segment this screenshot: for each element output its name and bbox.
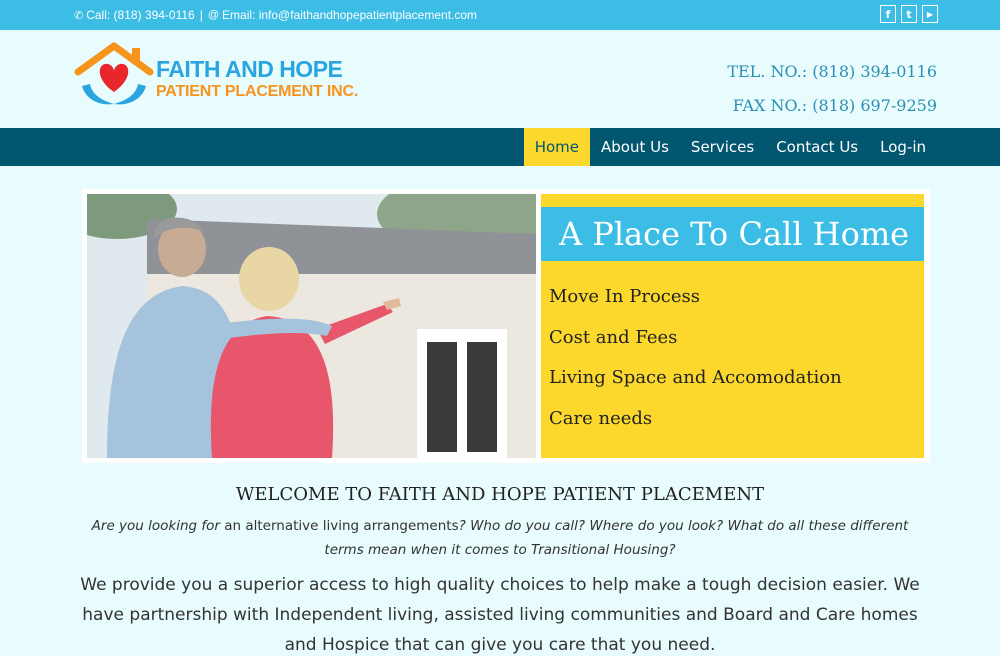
top-separator: | [199,8,203,22]
hero-links-list: Move In Process Cost and Fees Living Spa… [549,286,842,448]
hero-link-move-in-process[interactable]: Move In Process [549,286,842,327]
nav-item-about-us[interactable]: About Us [590,128,680,166]
welcome-heading: WELCOME TO FAITH AND HOPE PATIENT PLACEM… [235,484,765,505]
welcome-intro: Are you looking for an alternative livin… [90,514,910,562]
welcome-body-text: We provide you a superior access to high… [80,575,920,655]
house-heart-logo-icon [74,42,154,105]
hero-banner: A Place To Call Home Move In Process Cos… [82,189,930,463]
logo-title: FAITH AND HOPE [156,56,343,82]
twitter-icon[interactable]: t [901,5,917,23]
hero-title: A Place To Call Home [541,207,924,261]
facebook-icon[interactable]: f [880,5,896,23]
top-call-text[interactable]: Call: (818) 394-0116 [86,8,195,22]
header-phone-numbers: TEL. NO.: (818) 394-0116 FAX NO.: (818) … [727,55,937,123]
nav-item-contact-us[interactable]: Contact Us [765,128,869,166]
fax-number: FAX NO.: (818) 697-9259 [732,96,937,115]
at-icon: @ [207,9,220,21]
nav-item-log-in[interactable]: Log-in [869,128,937,166]
youtube-icon[interactable]: ▶ [922,5,938,23]
social-links: f t ▶ [880,5,938,23]
nav-item-home[interactable]: Home [523,128,590,166]
nav-item-services[interactable]: Services [680,128,765,166]
site-logo[interactable]: FAITH AND HOPE PATIENT PLACEMENT INC. [74,42,358,110]
intro-plain: an alternative living arrangements [219,518,459,534]
hero-link-cost-and-fees[interactable]: Cost and Fees [549,327,842,368]
top-contact-bar: ✆ Call: (818) 394-0116 | @ Email: info@f… [0,0,1000,30]
hero-photo-elderly-couple [87,194,536,458]
main-navigation: Home About Us Services Contact Us Log-in [0,128,1000,166]
hero-link-living-space[interactable]: Living Space and Accomodation [549,367,842,408]
top-contact-info: ✆ Call: (818) 394-0116 | @ Email: info@f… [74,8,477,22]
phone-icon: ✆ [74,9,84,22]
top-email-link[interactable]: Email: info@faithandhopepatientplacement… [222,8,477,22]
hero-info-panel: A Place To Call Home Move In Process Cos… [541,194,924,458]
hero-link-care-needs[interactable]: Care needs [549,408,842,449]
intro-italic-start: Are you looking for [91,518,220,534]
logo-subtitle: PATIENT PLACEMENT INC. [156,83,359,100]
tel-number[interactable]: TEL. NO.: (818) 394-0116 [727,55,937,89]
site-header: FAITH AND HOPE PATIENT PLACEMENT INC. TE… [0,30,1000,128]
